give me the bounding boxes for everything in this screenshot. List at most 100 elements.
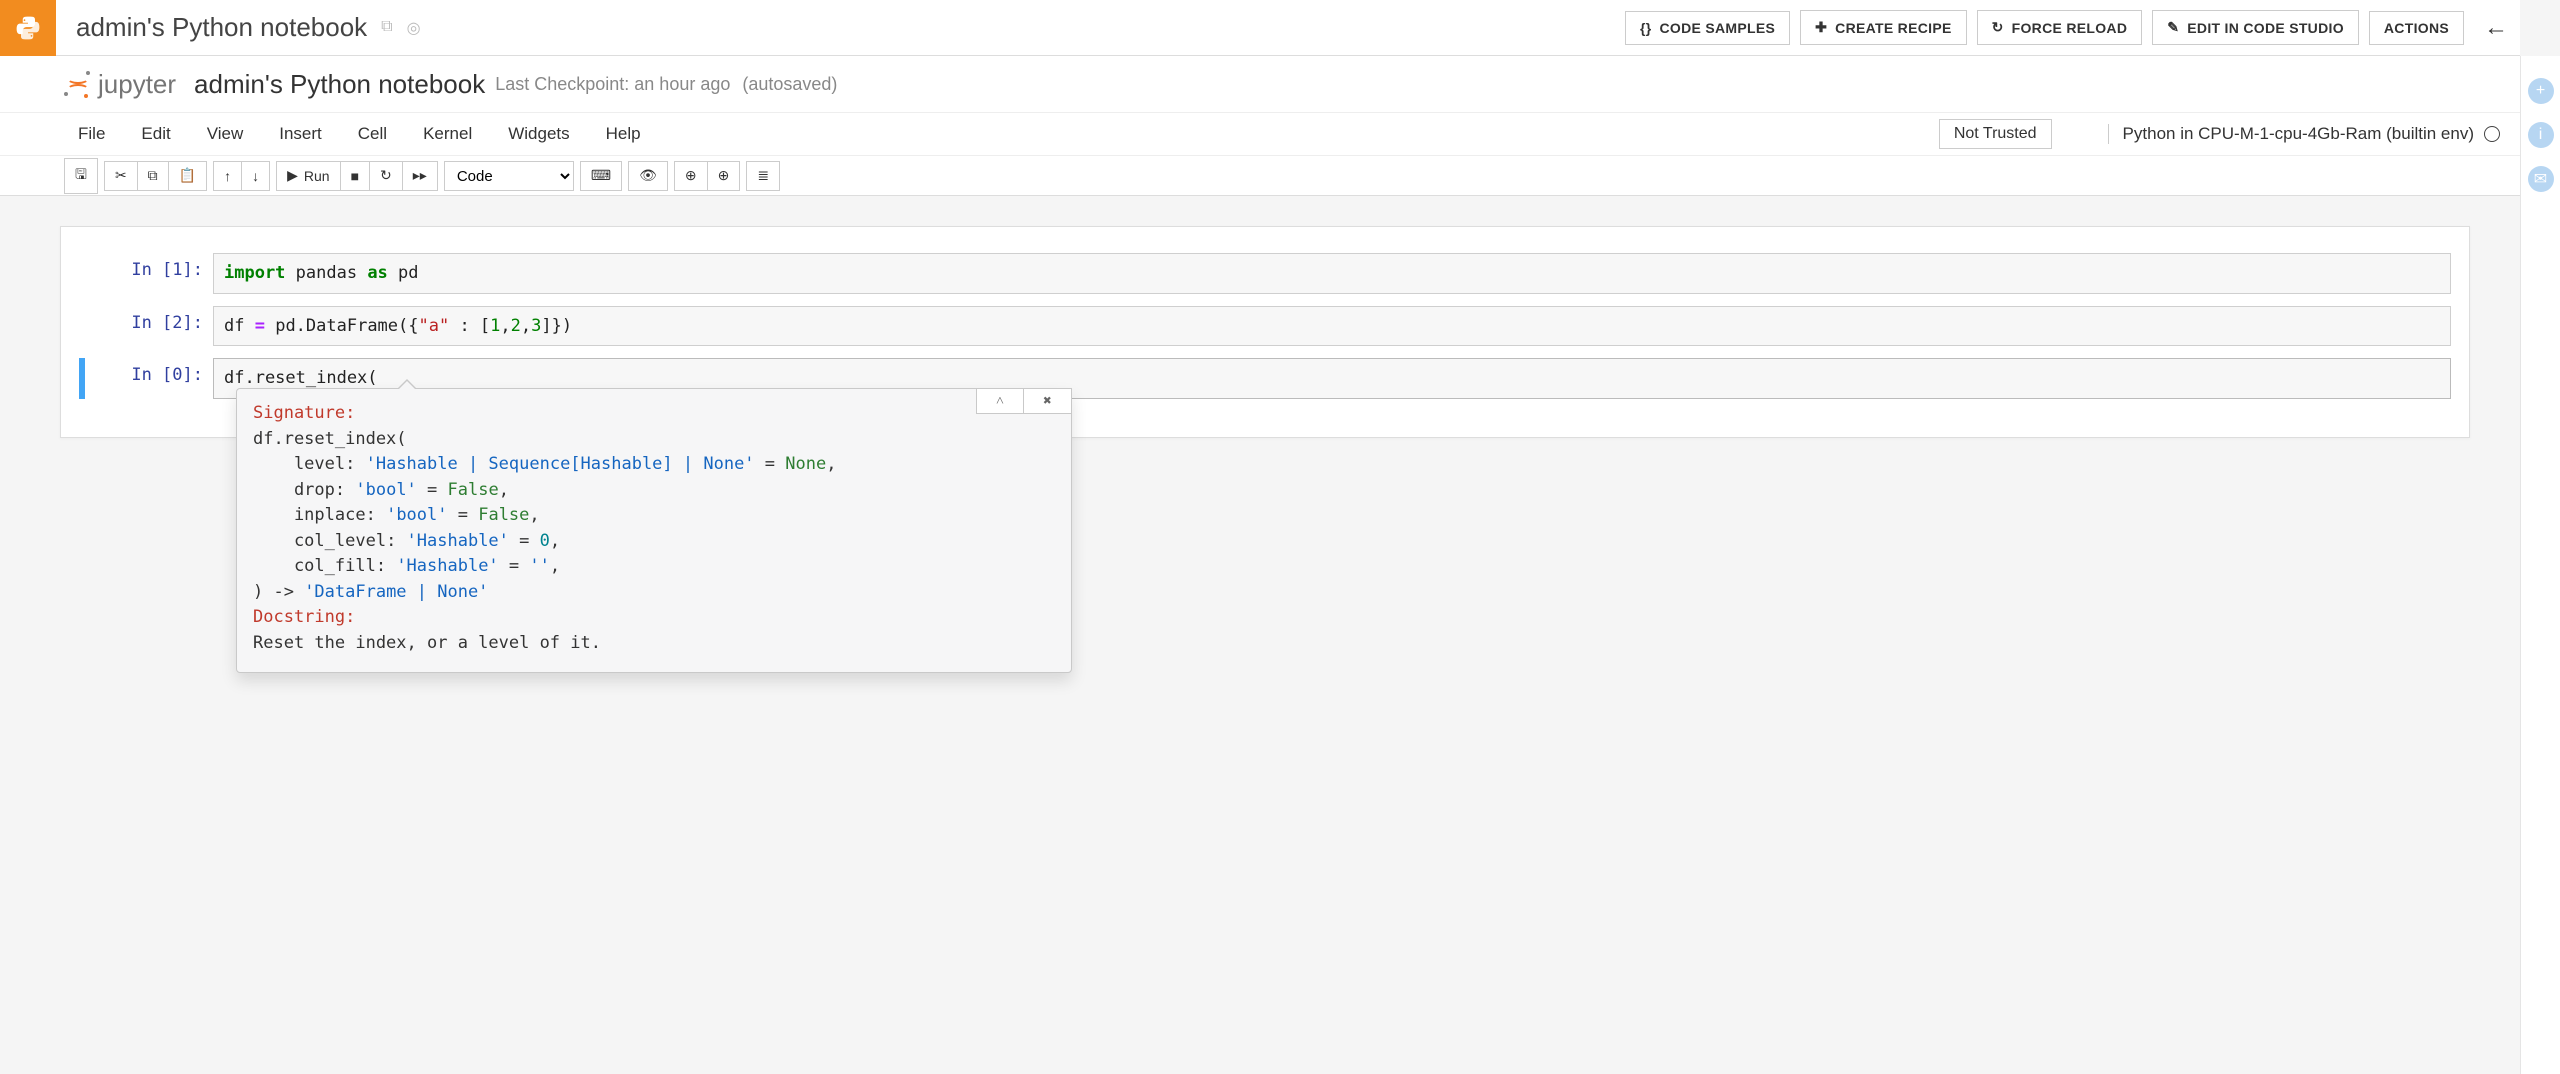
arrow-up-icon: ↑ — [224, 168, 231, 184]
code-samples-button[interactable]: {} CODE SAMPLES — [1625, 11, 1790, 45]
right-rail: + i ✉ — [2520, 56, 2560, 1074]
tooltip-controls: ˄ ✖ — [976, 388, 1072, 414]
eye-icon: 👁 — [639, 167, 657, 184]
restart-icon: ↻ — [380, 167, 392, 184]
menu-file[interactable]: File — [78, 124, 105, 144]
tooltip-close-button[interactable]: ✖ — [1024, 388, 1072, 414]
code-cell[interactable]: In [1]: import pandas as pd — [79, 253, 2451, 294]
braces-icon: {} — [1640, 20, 1652, 36]
autosaved-text: (autosaved) — [742, 74, 837, 95]
scissors-icon: ✂ — [115, 167, 127, 184]
cell-input[interactable]: df = pd.DataFrame({"a" : [1,2,3]}) — [213, 306, 2451, 347]
rail-info-button[interactable]: i — [2528, 122, 2554, 148]
menu-help[interactable]: Help — [606, 124, 641, 144]
signature-tooltip: ˄ ✖ Signature: df.reset_index( level: 'H… — [236, 388, 1072, 673]
move-up-button[interactable]: ↑ — [213, 161, 242, 191]
jupyter-orbit-icon — [64, 70, 92, 98]
cell-prompt: In [1]: — [85, 253, 213, 294]
tooltip-param: level: 'Hashable | Sequence[Hashable] | … — [253, 452, 1055, 478]
move-down-button[interactable]: ↓ — [242, 161, 270, 191]
fast-forward-icon: ▸▸ — [413, 167, 427, 184]
menu-widgets[interactable]: Widgets — [508, 124, 569, 144]
menu-view[interactable]: View — [207, 124, 244, 144]
pencil-icon: ✎ — [2167, 19, 2179, 36]
jupyter-menubar: File Edit View Insert Cell Kernel Widget… — [0, 112, 2520, 156]
jupyter-header: jupyter admin's Python notebook Last Che… — [0, 56, 2520, 112]
run-label: Run — [304, 168, 330, 184]
kernel-name: Python in CPU-M-1-cpu-4Gb-Ram (builtin e… — [2123, 124, 2474, 144]
create-recipe-label: CREATE RECIPE — [1835, 20, 1951, 36]
play-icon: ▶ — [287, 167, 298, 184]
stop-icon: ■ — [351, 168, 359, 184]
insert-above-button[interactable]: ⊕ — [674, 161, 708, 191]
edit-code-studio-button[interactable]: ✎ EDIT IN CODE STUDIO — [2152, 10, 2359, 45]
actions-button[interactable]: ACTIONS — [2369, 11, 2464, 45]
tooltip-param: drop: 'bool' = False, — [253, 478, 1055, 504]
docstring-heading: Docstring: — [253, 607, 355, 627]
code-cell[interactable]: In [2]: df = pd.DataFrame({"a" : [1,2,3]… — [79, 306, 2451, 347]
plus-icon: ✚ — [1815, 19, 1827, 36]
menu-edit[interactable]: Edit — [141, 124, 170, 144]
menu-cell[interactable]: Cell — [358, 124, 387, 144]
cut-button[interactable]: ✂ — [104, 161, 138, 191]
app-topbar: admin's Python notebook ⧉ ◎ {} CODE SAMP… — [0, 0, 2520, 56]
kernel-idle-icon — [2484, 126, 2500, 142]
restart-run-all-button[interactable]: ▸▸ — [403, 161, 438, 191]
cell-type-select[interactable]: Code — [444, 161, 574, 191]
tooltip-param: col_level: 'Hashable' = 0, — [253, 529, 1055, 555]
keyboard-icon: ⌨ — [591, 167, 611, 184]
force-reload-button[interactable]: ↻ FORCE RELOAD — [1977, 10, 2143, 45]
tooltip-return-arrow: ) -> — [253, 582, 304, 602]
save-button[interactable]: 🖫 — [64, 158, 98, 194]
code-samples-label: CODE SAMPLES — [1660, 20, 1776, 36]
force-reload-label: FORCE RELOAD — [2012, 20, 2128, 36]
page-title: admin's Python notebook — [76, 12, 367, 43]
insert-below-button[interactable]: ⊕ — [708, 161, 741, 191]
list-icon: ≣ — [757, 167, 769, 184]
reload-icon: ↻ — [1992, 19, 2004, 36]
menu-insert[interactable]: Insert — [279, 124, 322, 144]
trust-button[interactable]: Not Trusted — [1939, 119, 2052, 149]
tooltip-call: df.reset_index( — [253, 429, 407, 449]
circle-plus-up-icon: ⊕ — [685, 167, 697, 184]
app-brand-icon — [0, 0, 56, 56]
cell-prompt: In [2]: — [85, 306, 213, 347]
rail-add-button[interactable]: + — [2528, 78, 2554, 104]
actions-label: ACTIONS — [2384, 20, 2449, 36]
target-icon[interactable]: ◎ — [407, 18, 421, 38]
back-arrow-icon[interactable]: ← — [2484, 14, 2508, 42]
menu-kernel[interactable]: Kernel — [423, 124, 472, 144]
docstring-line: Reset the index, or a level of it. — [253, 631, 1055, 657]
create-recipe-button[interactable]: ✚ CREATE RECIPE — [1800, 10, 1966, 45]
tooltip-expand-button[interactable]: ˄ — [976, 388, 1024, 414]
cell-input[interactable]: import pandas as pd — [213, 253, 2451, 294]
copy-button[interactable]: ⧉ — [138, 161, 169, 191]
preview-button[interactable]: 👁 — [628, 161, 668, 191]
copy-icon[interactable]: ⧉ — [381, 18, 392, 38]
cell-prompt: In [0]: — [85, 358, 213, 399]
notebook-name[interactable]: admin's Python notebook — [194, 69, 485, 100]
edit-code-studio-label: EDIT IN CODE STUDIO — [2187, 20, 2344, 36]
interrupt-button[interactable]: ■ — [341, 161, 370, 191]
arrow-down-icon: ↓ — [252, 168, 259, 184]
tooltip-params: level: 'Hashable | Sequence[Hashable] | … — [253, 452, 1055, 580]
jupyter-toolbar: 🖫 ✂ ⧉ 📋 ↑ ↓ ▶ Run ■ ↻ ▸▸ Code ⌨ 👁 ⊕ ⊕ ≣ — [0, 156, 2520, 196]
jupyter-brand-text: jupyter — [98, 69, 176, 100]
copy-icon: ⧉ — [148, 167, 158, 184]
tooltip-param: inplace: 'bool' = False, — [253, 503, 1055, 529]
rail-chat-button[interactable]: ✉ — [2528, 166, 2554, 192]
circle-plus-down-icon: ⊕ — [718, 167, 730, 184]
paste-button[interactable]: 📋 — [169, 161, 207, 191]
jupyter-logo[interactable]: jupyter — [64, 69, 176, 100]
save-icon: 🖫 — [75, 164, 87, 188]
signature-heading: Signature: — [253, 403, 355, 423]
chevron-up-icon: ˄ — [996, 391, 1004, 412]
checkpoint-text: Last Checkpoint: an hour ago — [495, 74, 730, 95]
restart-button[interactable]: ↻ — [370, 161, 403, 191]
tooltip-return-type: 'DataFrame | None' — [304, 582, 488, 602]
command-palette-button[interactable]: ⌨ — [580, 161, 622, 191]
kernel-info[interactable]: Python in CPU-M-1-cpu-4Gb-Ram (builtin e… — [2108, 124, 2500, 144]
clipboard-icon: 📋 — [179, 167, 196, 184]
variable-inspector-button[interactable]: ≣ — [746, 161, 780, 191]
run-button[interactable]: ▶ Run — [276, 161, 340, 191]
